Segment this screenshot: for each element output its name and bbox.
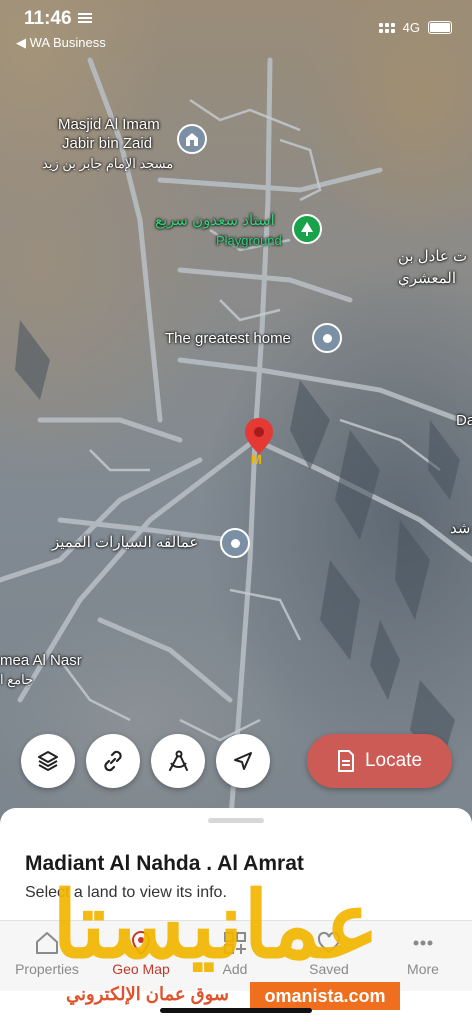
status-indicators: 4G bbox=[378, 20, 452, 35]
locate-button[interactable]: Locate bbox=[307, 734, 452, 788]
area-title: Madiant Al Nahda . Al Amrat bbox=[25, 852, 304, 875]
home-indicator[interactable] bbox=[160, 1008, 312, 1013]
poi-label-masjid-en: Masjid Al Imam bbox=[58, 116, 160, 133]
link-icon bbox=[104, 750, 122, 772]
omanista-watermark-logo: عمانيستا bbox=[52, 875, 381, 977]
battery-icon bbox=[428, 21, 452, 34]
poi-label-jamea-en: mea Al Nasr bbox=[0, 652, 82, 669]
measure-button[interactable] bbox=[151, 734, 205, 788]
locate-label: Locate bbox=[364, 750, 423, 771]
tree-pin-icon[interactable] bbox=[292, 214, 322, 244]
navigation-arrow-icon bbox=[234, 752, 252, 770]
layers-icon bbox=[38, 751, 58, 771]
sheet-drag-handle[interactable] bbox=[208, 818, 264, 823]
poi-label-cars-ar: عمالقه السيارات المميز bbox=[52, 534, 199, 551]
pin-letter: M bbox=[251, 452, 262, 467]
poi-label-adil-ar-2: المعشري bbox=[398, 270, 457, 287]
poi-label-adil-ar: ت عادل بن bbox=[398, 248, 468, 265]
poi-label-greatest-home: The greatest home bbox=[165, 330, 291, 347]
poi-label-stadium-ar: استاد سعدون سريع bbox=[155, 212, 275, 229]
back-to-app-link[interactable]: ◀ WA Business bbox=[16, 35, 106, 51]
status-bar: 11:46 ◀ WA Business 4G bbox=[0, 0, 472, 56]
network-type: 4G bbox=[402, 20, 420, 35]
link-button[interactable] bbox=[86, 734, 140, 788]
layers-button[interactable] bbox=[21, 734, 75, 788]
place-pin-icon[interactable] bbox=[312, 323, 342, 353]
omanista-site-badge: omanista.com bbox=[250, 982, 400, 1010]
selected-location-pin-icon[interactable]: M bbox=[243, 418, 275, 467]
omanista-tagline: سوق عمان الإلكتروني bbox=[66, 984, 229, 1004]
poi-label-masjid-ar: مسجد الإمام جابر بن زيد bbox=[42, 156, 174, 171]
status-time: 11:46 bbox=[24, 8, 72, 29]
place-pin-icon[interactable] bbox=[220, 528, 250, 558]
tab-label: More bbox=[407, 961, 439, 977]
list-icon bbox=[78, 13, 92, 23]
poi-label-stadium-en: Playground bbox=[216, 233, 282, 248]
tab-more[interactable]: More bbox=[376, 929, 470, 977]
poi-label-masjid-en-2: Jabir bin Zaid bbox=[62, 135, 153, 152]
document-icon bbox=[337, 750, 354, 772]
satellite-map[interactable]: Masjid Al Imam Jabir bin Zaid مسجد الإما… bbox=[0, 0, 472, 830]
more-dots-icon bbox=[413, 940, 433, 946]
poi-label-edge-shd: شد bbox=[450, 520, 471, 537]
signal-icon bbox=[378, 22, 395, 33]
mosque-pin-icon[interactable] bbox=[177, 124, 207, 154]
measure-icon bbox=[169, 750, 188, 771]
poi-label-edge-da: Da bbox=[456, 412, 472, 429]
navigate-button[interactable] bbox=[216, 734, 270, 788]
poi-label-jamea-ar: جامع ا bbox=[0, 672, 34, 687]
